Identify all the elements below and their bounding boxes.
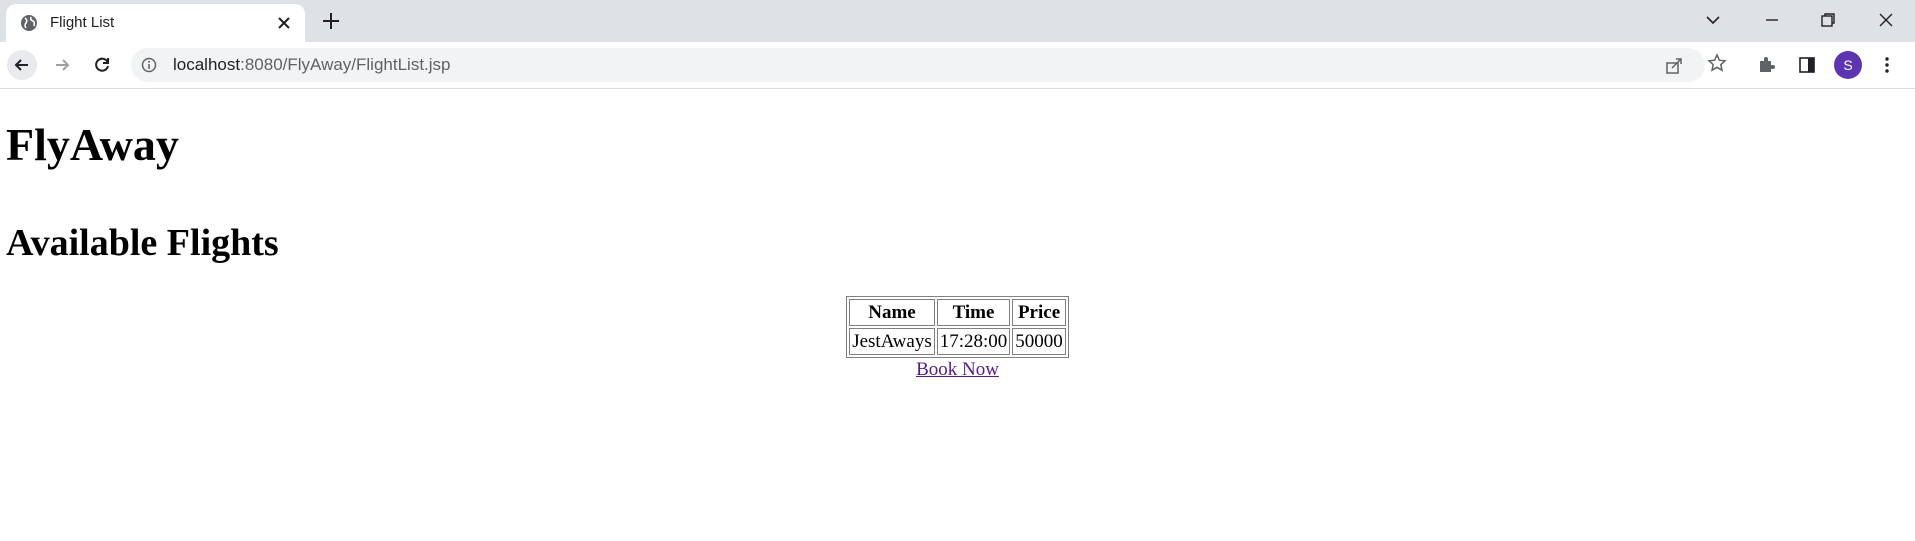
url-host: localhost — [173, 55, 241, 74]
tab-flight-list[interactable]: Flight List — [6, 4, 305, 42]
tab-title: Flight List — [50, 14, 115, 31]
back-button[interactable] — [7, 50, 37, 80]
page-heading: Available Flights — [6, 222, 279, 264]
page-content: FlyAway Available Flights Name Time Pric… — [0, 89, 1915, 541]
column-header-name: Name — [849, 299, 935, 326]
address-bar[interactable]: localhost:8080/FlyAway/FlightList.jsp — [131, 48, 1705, 82]
book-now-link[interactable]: Book Now — [916, 358, 999, 381]
cell-flight-price: 50000 — [1012, 328, 1066, 355]
close-tab-icon[interactable] — [276, 15, 292, 31]
column-header-price: Price — [1012, 299, 1066, 326]
url-path: :8080/FlyAway/FlightList.jsp — [240, 55, 451, 74]
extensions-icon[interactable] — [1756, 55, 1776, 75]
share-icon[interactable] — [1664, 56, 1684, 76]
globe-icon — [21, 15, 37, 31]
restore-icon[interactable] — [1816, 8, 1840, 32]
profile-avatar[interactable]: S — [1834, 51, 1862, 79]
column-header-time: Time — [936, 299, 1011, 326]
minimize-icon[interactable] — [1760, 8, 1784, 32]
cell-flight-name: JestAways — [849, 328, 935, 355]
arrow-right-icon — [56, 59, 70, 71]
forward-button[interactable] — [47, 50, 77, 80]
site-info-icon[interactable] — [141, 57, 157, 73]
table-row: JestAways 17:28:00 50000 — [849, 328, 1066, 355]
table-header-row: Name Time Price — [849, 299, 1066, 326]
side-panel-icon[interactable] — [1797, 55, 1817, 75]
reload-icon — [95, 57, 109, 72]
bookmark-star-icon[interactable] — [1707, 53, 1727, 73]
url-text[interactable]: localhost:8080/FlyAway/FlightList.jsp — [173, 55, 451, 75]
flights-table: Name Time Price JestAways 17:28:00 50000 — [846, 296, 1069, 358]
new-tab-icon[interactable] — [320, 10, 342, 32]
menu-kebab-icon[interactable] — [1877, 55, 1897, 75]
tab-search-chevron-icon[interactable] — [1701, 8, 1725, 32]
browser-toolbar: localhost:8080/FlyAway/FlightList.jsp S — [0, 42, 1915, 89]
tab-strip: Flight List — [0, 0, 1915, 42]
arrow-left-icon — [14, 59, 28, 71]
reload-button[interactable] — [87, 50, 117, 80]
site-title: FlyAway — [6, 119, 179, 170]
cell-flight-time: 17:28:00 — [936, 328, 1011, 355]
close-window-icon[interactable] — [1874, 8, 1898, 32]
flights-section: Name Time Price JestAways 17:28:00 50000… — [0, 296, 1915, 381]
